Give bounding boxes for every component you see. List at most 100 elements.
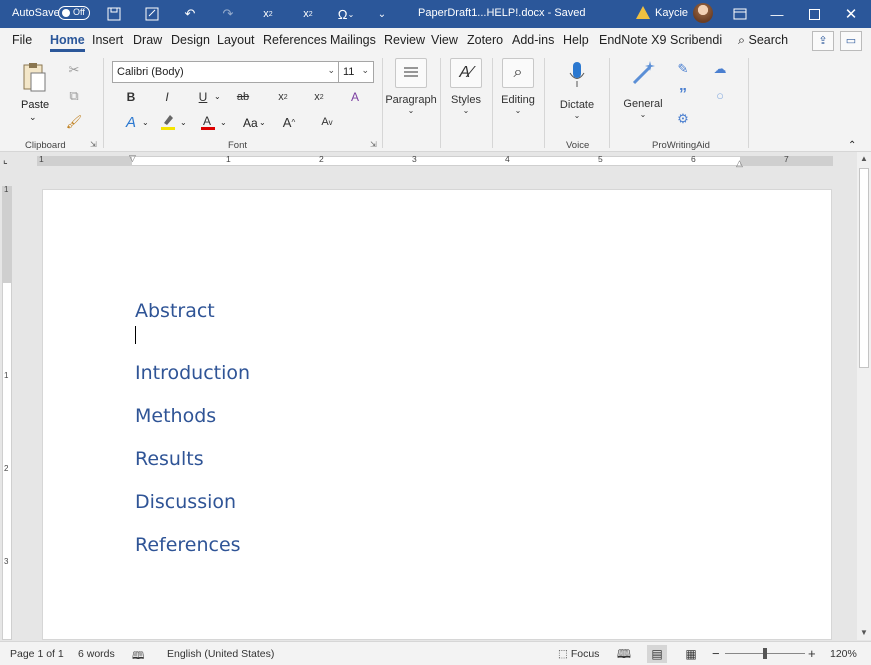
paragraph-button[interactable]: Paragraph ⌄ [385,58,437,115]
tab-selector-icon[interactable]: ⌞ [3,155,8,166]
heading-methods[interactable]: Methods [135,405,216,427]
editing-button[interactable]: ⌕ Editing ⌄ [498,58,538,115]
general-button[interactable]: General ⌄ [622,60,664,119]
shrink-font-icon[interactable]: Av [318,112,336,132]
font-name-select[interactable]: Calibri (Body) ⌄ [112,61,340,83]
search-box[interactable]: ⌕ Search [738,33,788,48]
word-count[interactable]: 6 words [78,648,115,660]
undo-icon[interactable]: ↶ [180,4,200,24]
tab-add-ins[interactable]: Add-ins [512,33,554,47]
clear-formatting-icon[interactable]: A [346,88,364,106]
zoom-slider-handle[interactable] [763,648,767,659]
minimize-icon[interactable]: — [767,4,787,24]
zoom-out-icon[interactable]: − [712,646,720,661]
grow-font-icon[interactable]: A ^ [280,112,298,132]
read-mode-icon[interactable]: 🕮 [614,645,634,663]
scroll-thumb[interactable] [859,168,869,368]
scroll-down-icon[interactable]: ▼ [860,628,868,637]
clipboard-launcher-icon[interactable]: ⇲ [90,140,97,149]
eraser-icon[interactable]: ✎ [674,60,692,78]
save-icon[interactable] [104,4,124,24]
superscript-icon[interactable]: x2 [298,4,318,24]
scroll-up-icon[interactable]: ▲ [860,154,868,163]
document-page[interactable]: Abstract Introduction Methods Results Di… [42,189,832,640]
vertical-ruler[interactable]: 1 1 2 3 [2,185,12,640]
cut-icon[interactable]: ✂ [66,62,82,78]
tab-design[interactable]: Design [171,33,210,47]
symbol-icon[interactable]: Ω ⌄ [336,4,356,24]
change-case-dropdown-icon[interactable]: ⌄ [259,118,266,127]
autosave-toggle[interactable]: Off [58,6,90,20]
quote-icon[interactable]: ” [674,86,692,104]
save-as-icon[interactable] [142,4,162,24]
collapse-ribbon-icon[interactable]: ⌃ [848,140,856,151]
heading-introduction[interactable]: Introduction [135,362,250,384]
format-painter-icon[interactable]: 🖌 [66,114,83,130]
paste-dropdown-icon[interactable]: ⌄ [29,112,37,123]
highlight-dropdown-icon[interactable]: ⌄ [180,118,187,127]
superscript-icon[interactable]: x2 [310,88,328,106]
close-icon[interactable]: ✕ [841,4,861,24]
tab-mailings[interactable]: Mailings [330,33,376,47]
strikethrough-icon[interactable]: ab [234,88,252,106]
page-count[interactable]: Page 1 of 1 [10,648,64,660]
tab-review[interactable]: Review [384,33,425,47]
font-color-dropdown-icon[interactable]: ⌄ [220,118,227,127]
bold-icon[interactable]: B [122,88,140,106]
right-indent-marker-icon[interactable]: △ [736,158,743,169]
redo-icon[interactable]: ↷ [218,4,238,24]
tab-scribendi[interactable]: Scribendi [670,33,722,47]
settings-icon[interactable]: ⚙ [674,110,692,128]
paste-label[interactable]: Paste [21,99,49,111]
subscript-icon[interactable]: x2 [258,4,278,24]
paste-icon[interactable] [20,60,48,94]
font-size-select[interactable]: 11 ⌄ [338,61,374,83]
tab-view[interactable]: View [431,33,458,47]
styles-button[interactable]: A∕ Styles ⌄ [446,58,486,115]
font-color-icon[interactable]: A [198,112,218,132]
zoom-level[interactable]: 120% [830,648,857,660]
tab-layout[interactable]: Layout [217,33,255,47]
text-effects-icon[interactable]: A [120,112,142,132]
avatar[interactable] [693,3,713,23]
change-case-button[interactable]: Aa [243,116,258,130]
underline-dropdown-icon[interactable]: ⌄ [214,92,221,101]
heading-references[interactable]: References [135,534,241,556]
zoom-in-icon[interactable]: + [808,646,816,661]
print-layout-icon[interactable]: ▤ [647,645,667,663]
vertical-scrollbar[interactable]: ▲ ▼ [857,152,871,640]
tab-references[interactable]: References [263,33,327,47]
web-layout-icon[interactable]: ▦ [681,645,701,663]
copy-icon[interactable]: ⧉ [66,88,82,104]
user-name[interactable]: Kaycie [655,7,688,19]
comments-icon[interactable]: ▭ [840,31,862,51]
proofing-icon[interactable]: 🕮 [132,648,144,665]
italic-icon[interactable]: I [158,88,176,106]
focus-button[interactable]: ⬚ Focus [558,648,599,660]
subscript-icon[interactable]: x2 [274,88,292,106]
text-effects-dropdown-icon[interactable]: ⌄ [142,118,149,127]
tab-draw[interactable]: Draw [133,33,162,47]
warning-icon[interactable] [636,6,650,19]
language[interactable]: English (United States) [167,648,274,660]
heading-results[interactable]: Results [135,448,204,470]
maximize-icon[interactable] [804,4,824,24]
tab-zotero[interactable]: Zotero [467,33,503,47]
highlight-icon[interactable] [158,112,178,132]
comment-icon[interactable]: ○ [711,86,729,104]
tab-endnote[interactable]: EndNote X9 [599,33,666,47]
indent-marker-icon[interactable]: ▽ [129,153,136,164]
horizontal-ruler[interactable]: 1 1 2 3 4 5 6 7 [37,154,833,166]
dictate-button[interactable]: Dictate ⌄ [557,60,597,120]
share-icon[interactable]: ⇪ [812,31,834,51]
heading-abstract[interactable]: Abstract [135,300,215,322]
font-launcher-icon[interactable]: ⇲ [370,140,377,149]
heading-discussion[interactable]: Discussion [135,491,236,513]
tab-help[interactable]: Help [563,33,589,47]
tab-home[interactable]: Home [50,33,85,52]
tab-insert[interactable]: Insert [92,33,123,47]
cloud-icon[interactable]: ☁ [711,60,729,78]
underline-icon[interactable]: U [194,88,212,106]
tab-file[interactable]: File [12,33,32,47]
ribbon-display-icon[interactable] [730,4,750,24]
